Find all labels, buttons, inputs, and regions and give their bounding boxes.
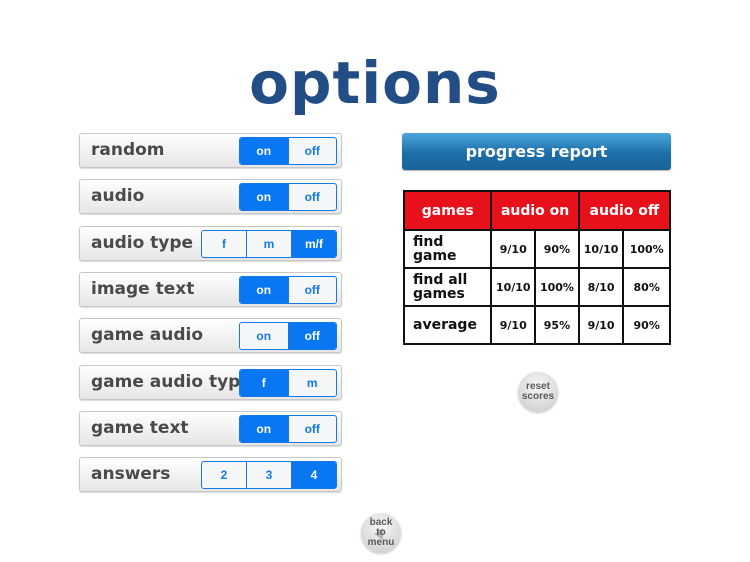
option-label: game text xyxy=(91,418,189,438)
audio-segmented-control: on off xyxy=(239,183,337,211)
row-label: average xyxy=(402,305,493,345)
image-text-option-on[interactable]: on xyxy=(240,277,288,303)
audio-type-option-f[interactable]: f xyxy=(202,231,246,257)
header-audio-on: audio on xyxy=(490,190,580,231)
audio-option-on[interactable]: on xyxy=(240,184,288,210)
progress-report-button[interactable]: progress report xyxy=(402,133,671,170)
option-row-game-audio: game audio on off xyxy=(79,318,342,353)
table-header-row: games audio on audio off xyxy=(402,190,672,231)
game-text-option-off[interactable]: off xyxy=(287,416,337,442)
row-label: find all games xyxy=(402,267,493,307)
audio-on-score: 9/10 xyxy=(490,305,537,345)
option-label: game audio xyxy=(91,325,204,345)
audio-off-score: 9/10 xyxy=(577,305,625,345)
game-audio-type-option-f[interactable]: f xyxy=(240,370,288,396)
game-text-option-on[interactable]: on xyxy=(240,416,288,442)
random-option-on[interactable]: on xyxy=(240,138,288,164)
table-row: find all games 10/10 100% 8/10 80% xyxy=(402,267,671,307)
option-label: random xyxy=(91,140,165,160)
audio-off-pct: 90% xyxy=(622,305,671,345)
answers-segmented-control: 234 xyxy=(201,461,337,489)
option-row-game-text: game text on off xyxy=(79,411,342,446)
option-label: image text xyxy=(91,279,195,299)
random-segmented-control: on off xyxy=(239,137,337,165)
table-row: average 9/10 95% 9/10 90% xyxy=(402,305,671,345)
option-row-audio: audio on off xyxy=(79,179,342,214)
game-audio-option-on[interactable]: on xyxy=(240,323,288,349)
table-row: find game 9/10 90% 10/10 100% xyxy=(402,229,671,269)
answers-option-4[interactable]: 4 xyxy=(291,462,336,488)
image-text-segmented-control: on off xyxy=(239,276,337,304)
row-label: find game xyxy=(402,229,493,269)
option-row-image-text: image text on off xyxy=(79,272,342,307)
audio-off-pct: 100% xyxy=(622,229,671,269)
option-row-game-audio-type: game audio type f m xyxy=(79,365,342,400)
answers-option-3[interactable]: 3 xyxy=(246,462,291,488)
option-row-audio-type: audio type f m m/f xyxy=(79,226,342,261)
audio-type-option-m-f[interactable]: m/f xyxy=(291,231,336,257)
answers-option-2[interactable]: 2 xyxy=(202,462,246,488)
game-audio-type-segmented-control: fm xyxy=(239,369,337,397)
audio-on-pct: 90% xyxy=(534,229,580,269)
audio-off-pct: 80% xyxy=(622,267,671,307)
option-label: game audio type xyxy=(91,372,252,392)
image-text-option-off[interactable]: off xyxy=(287,277,337,303)
option-label: audio xyxy=(91,186,145,206)
header-audio-off: audio off xyxy=(577,190,672,231)
game-audio-type-option-m[interactable]: m xyxy=(287,370,337,396)
audio-on-score: 10/10 xyxy=(490,267,537,307)
option-label: answers xyxy=(91,464,171,484)
option-row-answers: answers 2 3 4 xyxy=(79,457,342,492)
audio-on-pct: 95% xyxy=(534,305,580,345)
audio-type-option-m[interactable]: m xyxy=(246,231,291,257)
option-label: audio type xyxy=(91,233,194,253)
audio-type-segmented-control: f m m/f xyxy=(201,230,337,258)
audio-on-score: 9/10 xyxy=(490,229,537,269)
audio-option-off[interactable]: off xyxy=(287,184,337,210)
audio-on-pct: 100% xyxy=(534,267,580,307)
audio-off-score: 10/10 xyxy=(577,229,625,269)
audio-off-score: 8/10 xyxy=(577,267,625,307)
progress-report-table: games audio on audio off find game 9/10 … xyxy=(402,190,672,345)
option-row-random: random on off xyxy=(79,133,342,168)
back-label-line3: menu xyxy=(367,537,395,548)
game-audio-segmented-control: on off xyxy=(239,322,337,350)
game-audio-option-off[interactable]: off xyxy=(287,323,336,349)
reset-scores-button[interactable]: reset scores xyxy=(518,372,558,412)
page-title: options xyxy=(249,49,501,117)
header-games: games xyxy=(402,190,493,231)
back-to-menu-button[interactable]: back to menu xyxy=(361,513,401,553)
reset-label-line2: scores xyxy=(521,391,555,402)
random-option-off[interactable]: off xyxy=(287,138,337,164)
game-text-segmented-control: on off xyxy=(239,415,337,443)
